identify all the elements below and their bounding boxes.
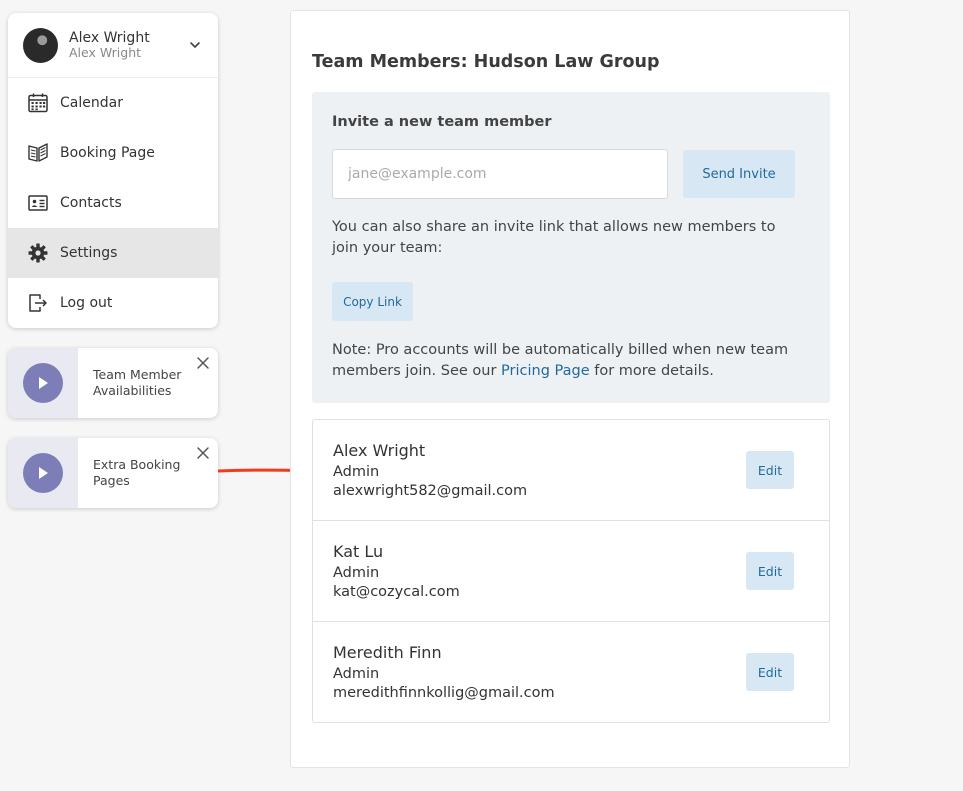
member-email: alexwright582@gmail.com (333, 483, 528, 499)
menu-item-log-out[interactable]: Log out (8, 278, 218, 328)
send-invite-button[interactable]: Send Invite (683, 150, 795, 198)
member-name: Meredith Finn (333, 643, 442, 662)
pricing-page-link[interactable]: Pricing Page (501, 363, 590, 379)
play-button[interactable] (23, 453, 63, 493)
menu-item-label: Settings (60, 245, 118, 261)
video-tip-label: Team Member Availabilities (93, 367, 182, 399)
page-title: Team Members: Hudson Law Group (312, 52, 660, 72)
video-thumbnail (8, 438, 78, 508)
invite-link-description: You can also share an invite link that a… (332, 219, 776, 257)
avatar (23, 27, 58, 63)
close-icon[interactable] (196, 446, 210, 460)
edit-member-button[interactable]: Edit (746, 653, 794, 691)
menu-item-label: Contacts (60, 195, 122, 211)
member-email: meredithfinnkollig@gmail.com (333, 685, 555, 701)
menu-item-contacts[interactable]: Contacts (8, 178, 218, 228)
menu-item-label: Calendar (60, 95, 123, 111)
menu-item-label: Log out (60, 295, 113, 311)
member-role: Admin (333, 666, 380, 682)
user-switcher[interactable]: Alex Wright Alex Wright (8, 13, 218, 78)
member-row: Alex Wright Admin alexwright582@gmail.co… (313, 420, 829, 521)
member-list: Alex Wright Admin alexwright582@gmail.co… (312, 419, 830, 723)
close-icon[interactable] (196, 356, 210, 370)
member-name: Kat Lu (333, 542, 384, 561)
member-row: Meredith Finn Admin meredithfinnkollig@g… (313, 622, 829, 722)
logout-icon (29, 294, 47, 312)
member-email: kat@cozycal.com (333, 584, 460, 600)
play-icon (39, 377, 48, 389)
menu-item-label: Booking Page (60, 145, 155, 161)
user-name: Alex Wright (69, 29, 150, 46)
user-subtitle: Alex Wright (69, 44, 142, 60)
video-thumbnail (8, 348, 78, 418)
invite-email-input[interactable] (332, 149, 668, 199)
team-members-panel: Team Members: Hudson Law Group Invite a … (290, 10, 850, 768)
copy-link-button[interactable]: Copy Link (332, 282, 413, 321)
video-tip-card[interactable]: Extra Booking Pages (8, 438, 218, 508)
play-icon (39, 467, 48, 479)
account-menu: Alex Wright Alex Wright Calendar Booking… (8, 13, 218, 328)
billing-note: Note: Pro accounts will be automatically… (332, 340, 812, 383)
menu-item-booking-page[interactable]: Booking Page (8, 128, 218, 178)
invite-heading: Invite a new team member (332, 114, 552, 130)
billing-note-suffix: for more details. (589, 363, 714, 380)
member-role: Admin (333, 464, 380, 480)
edit-member-button[interactable]: Edit (746, 451, 794, 489)
video-tip-card[interactable]: Team Member Availabilities (8, 348, 218, 418)
invite-section: Invite a new team member Send Invite You… (312, 92, 830, 403)
menu-item-settings[interactable]: Settings (8, 228, 218, 278)
contact-card-icon (28, 195, 48, 211)
user-info: Alex Wright Alex Wright (69, 30, 188, 60)
book-icon (28, 143, 48, 162)
member-role: Admin (333, 565, 380, 581)
edit-member-button[interactable]: Edit (746, 552, 794, 590)
chevron-down-icon[interactable] (188, 38, 202, 52)
video-tip-label: Extra Booking Pages (93, 457, 181, 489)
menu-item-calendar[interactable]: Calendar (8, 78, 218, 128)
play-button[interactable] (23, 363, 63, 403)
calendar-icon (28, 93, 48, 113)
member-row: Kat Lu Admin kat@cozycal.com Edit (313, 521, 829, 622)
member-name: Alex Wright (333, 441, 426, 460)
gear-icon (28, 243, 48, 263)
